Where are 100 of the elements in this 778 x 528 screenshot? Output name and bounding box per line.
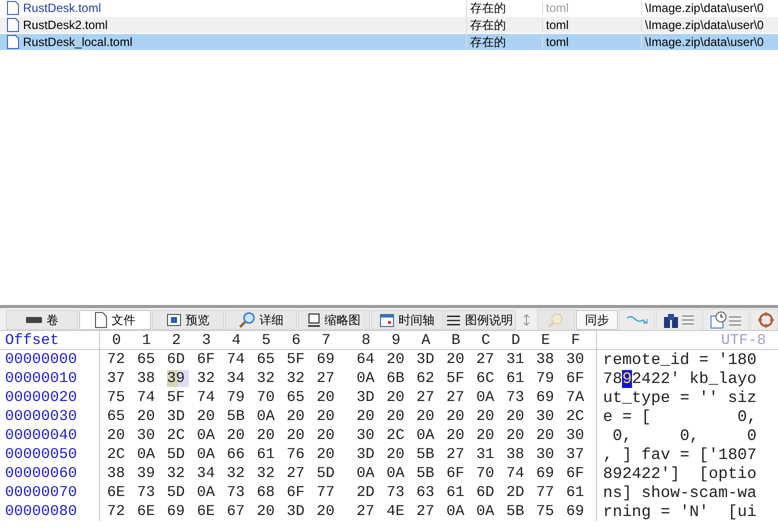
tab[interactable]: 文件 <box>79 310 151 330</box>
hex-byte[interactable]: 61 <box>446 484 476 501</box>
hex-byte[interactable]: 20 <box>316 408 346 425</box>
hex-byte[interactable]: 65 <box>256 351 287 368</box>
hex-byte[interactable]: 20 <box>476 427 506 444</box>
hex-byte[interactable]: 30 <box>566 427 596 444</box>
hex-byte[interactable]: 6F <box>196 351 227 368</box>
hex-byte[interactable]: 0A <box>476 503 506 520</box>
hex-byte[interactable]: 3D <box>356 389 386 406</box>
hex-byte[interactable]: 27 <box>286 465 317 482</box>
hex-byte[interactable]: 30 <box>356 427 386 444</box>
hex-byte[interactable]: 32 <box>256 370 287 387</box>
hex-byte[interactable]: 27 <box>476 351 506 368</box>
hex-byte[interactable]: 30 <box>536 408 566 425</box>
hex-byte[interactable]: 6B <box>386 370 416 387</box>
hex-byte[interactable]: 20 <box>316 503 346 520</box>
hex-byte[interactable]: 5B <box>506 503 536 520</box>
hex-byte[interactable]: 30 <box>136 427 167 444</box>
hex-byte[interactable]: 6D <box>476 484 506 501</box>
hex-byte[interactable]: 72 <box>107 503 137 520</box>
hex-byte[interactable]: 66 <box>226 446 257 463</box>
hex-byte[interactable]: 38 <box>136 370 167 387</box>
hex-byte[interactable]: 2C <box>107 446 137 463</box>
hex-byte[interactable]: 61 <box>566 484 596 501</box>
hex-byte[interactable]: 32 <box>256 465 287 482</box>
hex-byte[interactable]: 20 <box>256 427 287 444</box>
hex-byte[interactable]: 5B <box>416 446 446 463</box>
hex-byte[interactable]: 0A <box>416 427 446 444</box>
hex-byte[interactable]: 20 <box>386 446 416 463</box>
hex-byte[interactable]: 20 <box>316 427 346 444</box>
binoculars-button[interactable] <box>656 309 702 330</box>
hex-byte[interactable]: 20 <box>356 408 386 425</box>
hex-byte[interactable]: 5F <box>446 370 476 387</box>
hex-byte[interactable]: 6F <box>566 465 596 482</box>
hex-byte[interactable]: 20 <box>386 389 416 406</box>
hex-byte[interactable]: 61 <box>506 370 536 387</box>
hex-byte[interactable]: 27 <box>316 370 347 387</box>
hex-byte[interactable]: 6F <box>566 370 596 387</box>
hex-byte[interactable]: 6C <box>476 370 506 387</box>
hex-byte[interactable]: 38 <box>506 446 536 463</box>
hex-byte[interactable]: 69 <box>566 503 596 520</box>
hex-byte[interactable]: 6D <box>166 351 197 368</box>
hex-byte[interactable]: 6F <box>446 465 476 482</box>
hex-byte[interactable]: 74 <box>196 389 227 406</box>
hex-byte[interactable]: 20 <box>506 408 536 425</box>
hex-byte[interactable]: 2D <box>356 484 386 501</box>
hex-byte[interactable]: 65 <box>286 389 317 406</box>
hex-byte[interactable]: 0A <box>136 446 167 463</box>
hex-byte[interactable]: 3D <box>356 446 386 463</box>
hex-byte[interactable]: 32 <box>166 465 197 482</box>
hex-byte[interactable]: 67 <box>226 503 257 520</box>
hex-byte[interactable]: 5B <box>226 408 257 425</box>
hex-byte[interactable]: 32 <box>196 370 227 387</box>
hex-byte[interactable]: 38 <box>536 351 566 368</box>
hex-byte[interactable]: 77 <box>536 484 566 501</box>
hex-byte[interactable]: 4E <box>386 503 416 520</box>
hex-byte[interactable]: 6E <box>107 484 137 501</box>
file-row[interactable]: RustDesk_local.toml 存在的 toml \Image.zip\data\user\0 <box>0 34 778 51</box>
hex-byte[interactable]: 74 <box>226 351 257 368</box>
hex-byte[interactable]: 79 <box>226 389 257 406</box>
crosshair-button[interactable] <box>750 309 778 330</box>
hex-byte[interactable]: 20 <box>256 503 287 520</box>
trend-button[interactable] <box>619 309 655 330</box>
hex-byte[interactable]: 0A <box>476 389 506 406</box>
hex-byte[interactable]: 65 <box>136 351 167 368</box>
hex-byte[interactable]: 65 <box>107 408 137 425</box>
hex-byte[interactable]: 38 <box>107 465 137 482</box>
hex-byte[interactable]: 5B <box>416 465 446 482</box>
hex-byte[interactable]: 3D <box>286 503 317 520</box>
hex-byte[interactable]: 0A <box>196 484 227 501</box>
hex-byte[interactable]: 79 <box>536 370 566 387</box>
hex-byte[interactable]: 34 <box>226 370 257 387</box>
hex-byte[interactable]: 20 <box>386 408 416 425</box>
hex-byte[interactable]: 20 <box>506 427 536 444</box>
hex-byte[interactable]: 2C <box>166 427 197 444</box>
hex-byte[interactable]: 7A <box>566 389 596 406</box>
hex-byte[interactable]: 69 <box>316 351 346 368</box>
hex-byte[interactable]: 27 <box>356 503 386 520</box>
hex-byte[interactable]: 73 <box>136 484 167 501</box>
tab[interactable]: 卷 <box>6 310 78 330</box>
hex-byte[interactable]: 20 <box>286 427 317 444</box>
hex-byte[interactable]: 27 <box>416 389 446 406</box>
hex-byte[interactable]: 73 <box>386 484 416 501</box>
hex-byte[interactable]: 20 <box>446 351 476 368</box>
hex-byte[interactable]: 20 <box>446 408 476 425</box>
hex-byte[interactable]: 34 <box>196 465 227 482</box>
hex-byte[interactable]: 39 <box>166 370 189 387</box>
tab[interactable]: 图例说明 <box>444 310 516 330</box>
hex-byte[interactable]: 5D <box>166 484 197 501</box>
hex-byte[interactable]: 63 <box>416 484 446 501</box>
hex-byte[interactable]: 30 <box>566 351 596 368</box>
hex-byte[interactable]: 27 <box>446 446 476 463</box>
hex-byte[interactable]: 20 <box>136 408 167 425</box>
hex-byte[interactable]: 20 <box>416 408 446 425</box>
tab[interactable]: 预览 <box>152 310 224 330</box>
hex-byte[interactable]: 0A <box>196 427 227 444</box>
hex-byte[interactable]: 75 <box>107 389 137 406</box>
hex-byte[interactable]: 6E <box>136 503 167 520</box>
hex-byte[interactable]: 3D <box>166 408 197 425</box>
sort-icon[interactable] <box>523 313 530 327</box>
